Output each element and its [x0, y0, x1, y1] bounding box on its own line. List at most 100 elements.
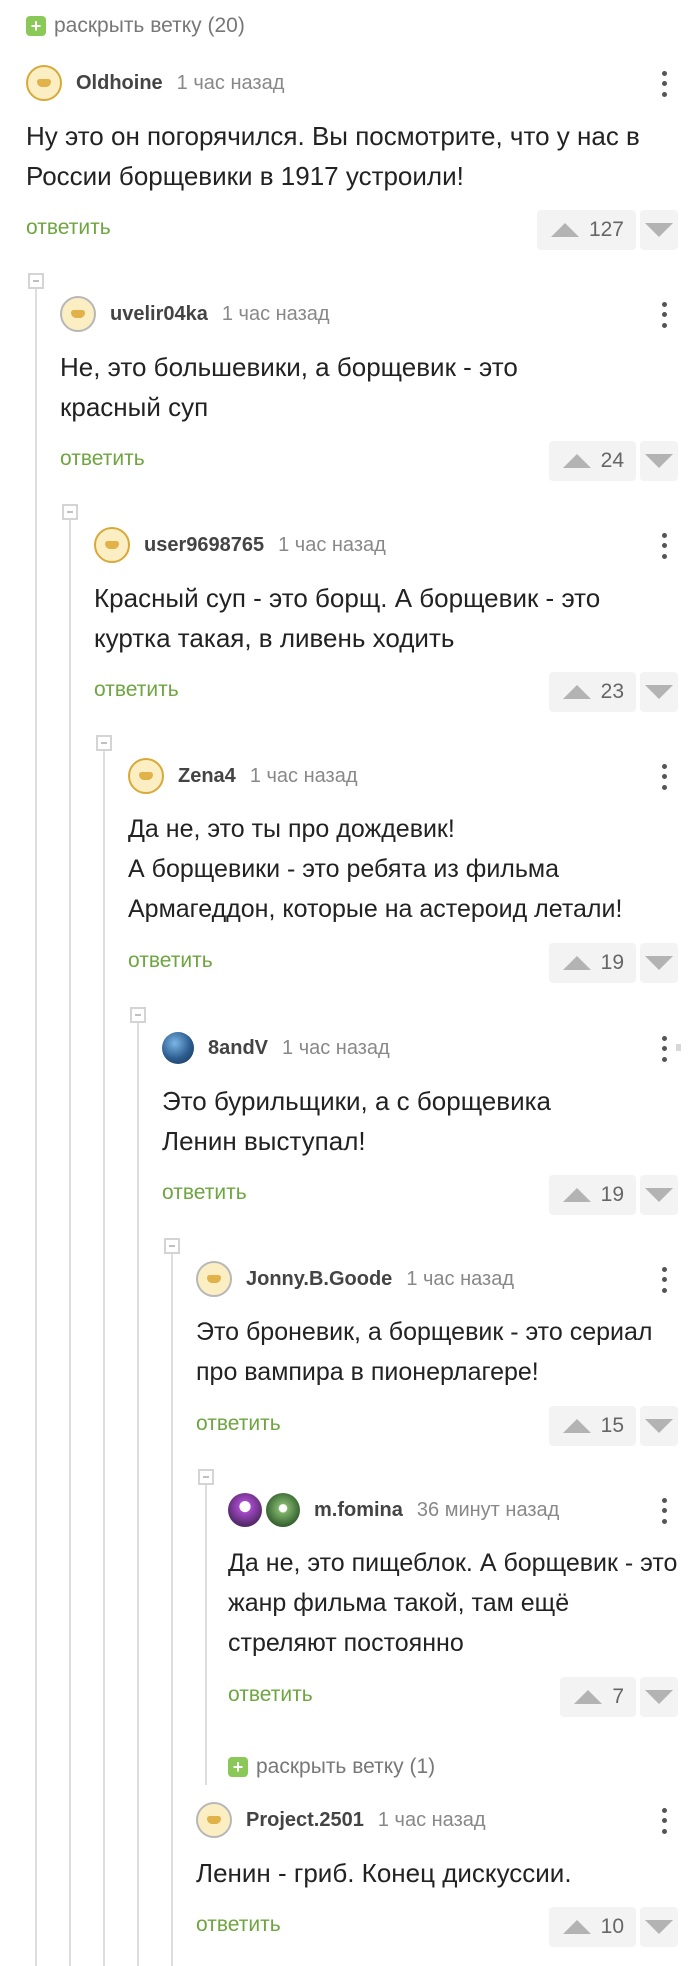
comment-text: Ленин - гриб. Конец дискуссии. — [196, 1858, 572, 1888]
comment-time[interactable]: 1 час назад — [282, 1037, 390, 1060]
more-vertical-icon[interactable] — [650, 1495, 678, 1527]
reply-button[interactable]: ответить — [26, 216, 111, 240]
reply-button[interactable]: ответить — [162, 1181, 247, 1205]
expand-thread-label: раскрыть ветку (20) — [54, 14, 245, 37]
downvote-button[interactable] — [640, 441, 678, 481]
downvote-button[interactable] — [640, 1907, 678, 1947]
comment-time[interactable]: 1 час назад — [278, 534, 386, 557]
upvote-button[interactable]: 19 — [548, 943, 636, 983]
upvote-button[interactable]: 127 — [536, 210, 636, 250]
collapse-minus-icon[interactable] — [130, 1007, 146, 1023]
comment-footer: ответить 10 — [196, 1907, 678, 1947]
upvote-button[interactable]: 15 — [548, 1406, 636, 1446]
reply-button[interactable]: ответить — [228, 1683, 313, 1707]
comment-time[interactable]: 1 час назад — [378, 1809, 486, 1832]
comment-time[interactable]: 1 час назад — [250, 765, 358, 788]
arrow-up-icon — [562, 1188, 591, 1202]
plus-icon: + — [228, 1757, 248, 1777]
comment: m.fomina 36 минут назад Да не, это пищеб… — [228, 1487, 678, 1717]
rating-count: 15 — [600, 1414, 624, 1437]
expand-thread-label: раскрыть ветку (1) — [256, 1755, 436, 1778]
comment-author[interactable]: user9698765 — [144, 534, 264, 557]
collapse-minus-icon[interactable] — [198, 1469, 214, 1485]
upvote-button[interactable]: 19 — [548, 1175, 636, 1215]
comment-header: user9698765 1 час назад — [94, 522, 678, 568]
more-vertical-icon[interactable] — [650, 1264, 678, 1296]
downvote-button[interactable] — [640, 943, 678, 983]
comment: Oldhoine 1 час назад Ну это он погорячил… — [26, 60, 678, 250]
reply-button[interactable]: ответить — [60, 447, 145, 471]
arrow-up-icon — [562, 956, 591, 970]
comment-author[interactable]: uvelir04ka — [110, 303, 208, 326]
comment-header: Zena4 1 час назад — [128, 753, 678, 799]
comment-footer: ответить 15 — [196, 1406, 678, 1446]
collapse-minus-icon[interactable] — [62, 504, 78, 520]
reply-button[interactable]: ответить — [196, 1412, 281, 1436]
arrow-up-icon — [574, 1690, 603, 1704]
thread-line — [103, 751, 105, 1966]
arrow-down-icon — [645, 1920, 673, 1934]
arrow-down-icon — [645, 1690, 673, 1704]
avatar[interactable] — [128, 758, 164, 794]
more-vertical-icon[interactable] — [650, 1033, 678, 1065]
comment-footer: ответить 19 — [162, 1175, 678, 1215]
upvote-button[interactable]: 7 — [560, 1677, 636, 1717]
collapse-minus-icon[interactable] — [96, 735, 112, 751]
comment-author[interactable]: m.fomina — [314, 1499, 403, 1522]
expand-thread-link[interactable]: + раскрыть ветку (20) — [26, 14, 245, 38]
comment-time[interactable]: 1 час назад — [177, 72, 285, 95]
arrow-down-icon — [645, 685, 673, 699]
avatar[interactable] — [94, 527, 130, 563]
comment-text: Это броневик, а борщевик - это сериал пр… — [196, 1318, 653, 1386]
comment-author[interactable]: 8andV — [208, 1037, 268, 1060]
thread-line — [69, 520, 71, 1966]
comment: Project.2501 1 час назад Ленин - гриб. К… — [196, 1797, 678, 1947]
comment-text: Да не, это ты про дождевик! А борщевики … — [128, 815, 623, 923]
arrow-down-icon — [645, 956, 673, 970]
rating-count: 19 — [600, 1183, 624, 1206]
avatar-image — [266, 1493, 300, 1527]
comment-time[interactable]: 1 час назад — [406, 1268, 514, 1291]
avatar[interactable] — [60, 296, 96, 332]
rating-count: 19 — [600, 951, 624, 974]
comment: uvelir04ka 1 час назад Не, это большевик… — [60, 291, 678, 481]
downvote-button[interactable] — [640, 1175, 678, 1215]
comment-author[interactable]: Jonny.B.Goode — [246, 1268, 392, 1291]
avatar[interactable] — [162, 1032, 194, 1064]
comment: 8andV 1 час назад Это бурильщики, а с бо… — [162, 1025, 678, 1215]
more-vertical-icon[interactable] — [650, 1805, 678, 1837]
comment-text: Да не, это пищеблок. А борщевик - это жа… — [228, 1549, 678, 1657]
collapse-minus-icon[interactable] — [164, 1238, 180, 1254]
reply-button[interactable]: ответить — [128, 949, 213, 973]
avatar[interactable] — [26, 65, 62, 101]
avatar[interactable] — [196, 1261, 232, 1297]
downvote-button[interactable] — [640, 1677, 678, 1717]
comment-footer: ответить 19 — [128, 943, 678, 983]
collapse-minus-icon[interactable] — [28, 273, 44, 289]
comment-time[interactable]: 36 минут назад — [417, 1499, 559, 1522]
comment-text: Красный суп - это борщ. А борщевик - это… — [94, 583, 601, 653]
upvote-button[interactable]: 10 — [548, 1907, 636, 1947]
upvote-button[interactable]: 24 — [548, 441, 636, 481]
more-vertical-icon[interactable] — [650, 68, 678, 100]
comment-header: m.fomina 36 минут назад — [228, 1487, 678, 1533]
more-vertical-icon[interactable] — [650, 530, 678, 562]
more-vertical-icon[interactable] — [650, 299, 678, 331]
comment: user9698765 1 час назад Красный суп - эт… — [94, 522, 678, 712]
upvote-button[interactable]: 23 — [548, 672, 636, 712]
avatar[interactable] — [196, 1802, 232, 1838]
reply-button[interactable]: ответить — [196, 1913, 281, 1937]
more-vertical-icon[interactable] — [650, 761, 678, 793]
downvote-button[interactable] — [640, 1406, 678, 1446]
plus-icon: + — [26, 16, 46, 36]
expand-thread-link[interactable]: + раскрыть ветку (1) — [228, 1755, 435, 1779]
avatar[interactable] — [228, 1493, 300, 1527]
reply-button[interactable]: ответить — [94, 678, 179, 702]
comment-author[interactable]: Project.2501 — [246, 1809, 364, 1832]
downvote-button[interactable] — [640, 210, 678, 250]
comment-footer: ответить 24 — [60, 441, 678, 481]
comment-author[interactable]: Zena4 — [178, 765, 236, 788]
comment-author[interactable]: Oldhoine — [76, 72, 163, 95]
downvote-button[interactable] — [640, 672, 678, 712]
comment-time[interactable]: 1 час назад — [222, 303, 330, 326]
